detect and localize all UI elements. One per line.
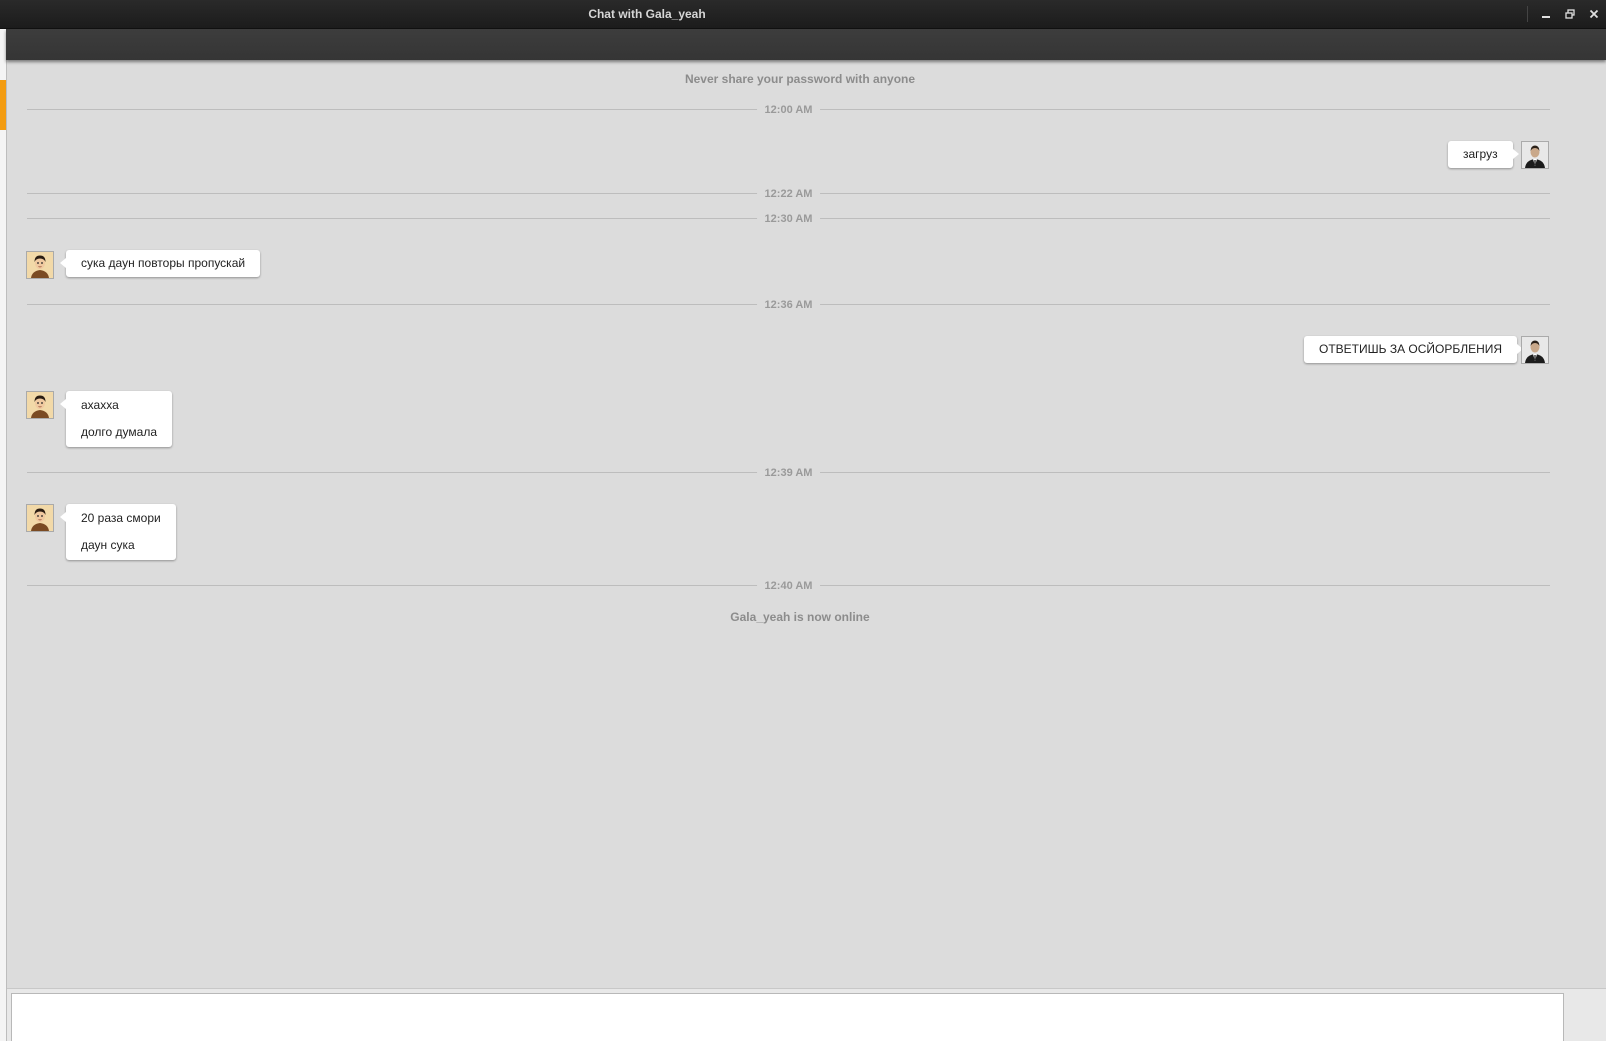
message-text: загруз [1463, 147, 1498, 161]
time-separator-label: 12:22 AM [756, 188, 821, 200]
window-controls [1527, 3, 1606, 25]
message-bubble-outgoing[interactable]: загруз [1448, 141, 1519, 168]
chat-window: Chat with Gala_yeah Never share your pas [0, 0, 1606, 1041]
message-bubble-incoming[interactable]: 20 раза смори даун сука [60, 504, 176, 560]
restore-button[interactable] [1558, 3, 1582, 25]
time-separator: 12:30 AM [27, 213, 1550, 225]
chat-toolbar [6, 29, 1606, 60]
message-text: долго думала [81, 425, 158, 439]
contact-avatar-icon [27, 505, 53, 531]
minimize-button[interactable] [1534, 3, 1558, 25]
status-notice: Gala_yeah is now online [730, 610, 870, 624]
window-controls-divider [1527, 6, 1528, 22]
time-separator: 12:39 AM [27, 467, 1550, 479]
message-text: 20 раза смори [81, 511, 161, 525]
time-separator: 12:22 AM [27, 188, 1550, 200]
message-text: даун сука [81, 538, 135, 552]
time-separator: 12:40 AM [27, 580, 1550, 592]
left-panel-edge [0, 29, 7, 1041]
message-bubble-incoming[interactable]: ахахха долго думала [59, 391, 173, 447]
title-bar[interactable]: Chat with Gala_yeah [0, 0, 1606, 29]
time-separator-label: 12:39 AM [756, 467, 821, 479]
minimize-icon [1542, 16, 1550, 18]
avatar[interactable] [26, 251, 54, 279]
time-separator-label: 12:30 AM [756, 213, 821, 225]
time-separator-label: 12:40 AM [756, 580, 821, 592]
composer [7, 988, 1606, 1041]
chat-history[interactable]: Never share your password with anyone 12… [7, 60, 1606, 988]
message-input[interactable] [12, 994, 1563, 1041]
message-text: сука даун повторы пропускай [81, 256, 246, 270]
restore-icon [1565, 9, 1575, 19]
avatar[interactable] [1521, 336, 1549, 364]
window-title: Chat with Gala_yeah [588, 7, 706, 21]
left-panel-accent [0, 80, 6, 130]
avatar[interactable] [26, 391, 54, 419]
message-bubble-outgoing[interactable]: ОТВЕТИШЬ ЗА ОСЙОРБЛЕНИЯ [1304, 336, 1524, 363]
contact-avatar-icon [27, 392, 53, 418]
time-separator-label: 12:00 AM [756, 104, 821, 116]
message-bubble-incoming[interactable]: сука даун повторы пропускай [59, 250, 261, 277]
time-separator-label: 12:36 AM [756, 299, 821, 311]
user-avatar-icon [1522, 142, 1548, 168]
close-button[interactable] [1582, 3, 1606, 25]
message-input-box[interactable] [11, 993, 1564, 1041]
time-separator: 12:36 AM [27, 299, 1550, 311]
close-icon [1589, 9, 1599, 19]
avatar[interactable] [1521, 141, 1549, 169]
time-separator: 12:00 AM [27, 104, 1550, 116]
message-text: ОТВЕТИШЬ ЗА ОСЙОРБЛЕНИЯ [1319, 342, 1503, 356]
message-text: ахахха [81, 398, 119, 412]
security-notice: Never share your password with anyone [684, 72, 916, 86]
contact-avatar-icon [27, 252, 53, 278]
user-avatar-icon [1522, 337, 1548, 363]
avatar[interactable] [26, 504, 54, 532]
